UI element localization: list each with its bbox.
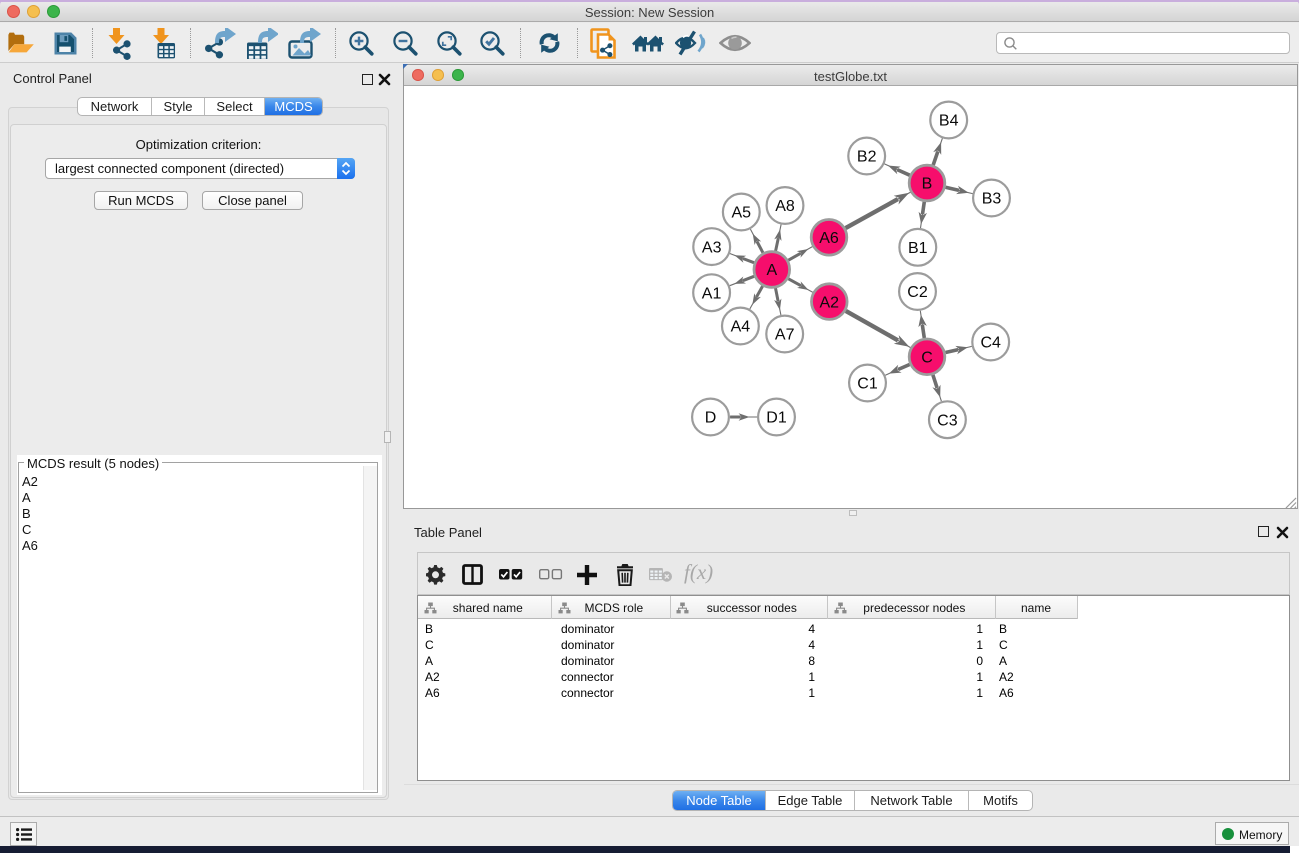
svg-text:B1: B1 [908, 240, 928, 257]
svg-text:A3: A3 [702, 239, 722, 256]
svg-text:B2: B2 [857, 149, 877, 166]
svg-text:C4: C4 [980, 335, 1001, 352]
svg-text:B: B [922, 176, 933, 193]
svg-text:C: C [921, 350, 933, 367]
svg-text:A4: A4 [731, 319, 751, 336]
svg-text:C2: C2 [907, 284, 928, 301]
svg-text:D1: D1 [766, 410, 787, 427]
svg-text:A1: A1 [702, 285, 722, 302]
svg-text:B4: B4 [939, 113, 959, 130]
svg-text:B3: B3 [982, 191, 1002, 208]
svg-text:A7: A7 [775, 327, 795, 344]
svg-text:A2: A2 [820, 294, 840, 311]
svg-text:C3: C3 [937, 412, 958, 429]
svg-text:D: D [705, 410, 717, 427]
svg-text:A6: A6 [819, 230, 839, 247]
svg-text:A8: A8 [775, 198, 795, 215]
svg-text:A: A [766, 262, 777, 279]
svg-text:C1: C1 [857, 376, 878, 393]
svg-text:A5: A5 [732, 205, 752, 222]
